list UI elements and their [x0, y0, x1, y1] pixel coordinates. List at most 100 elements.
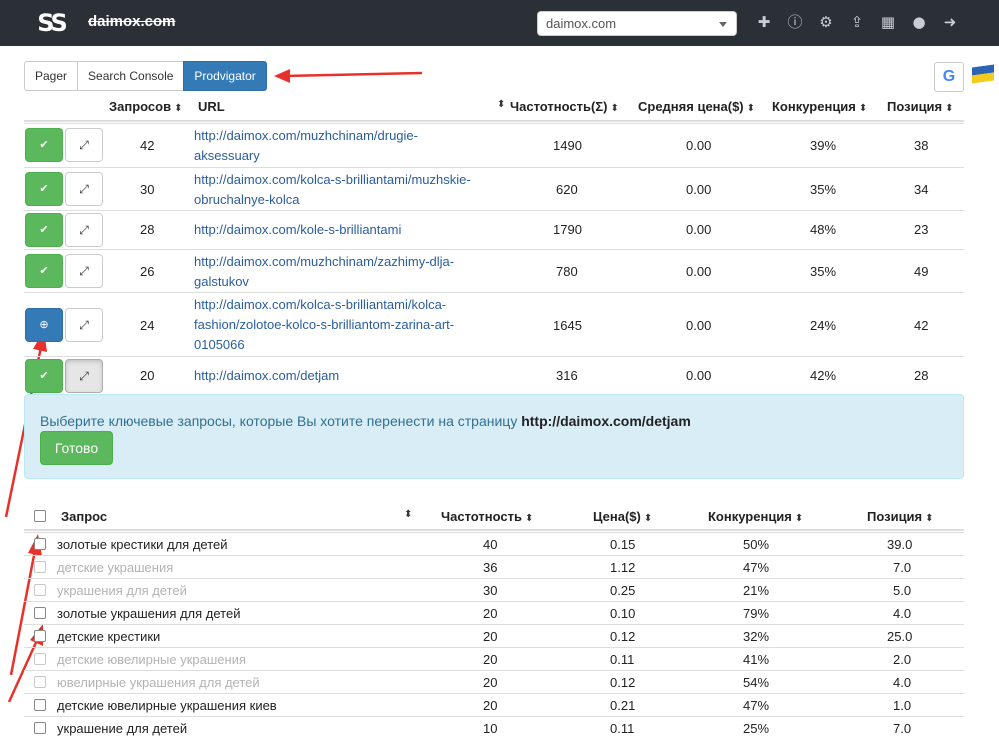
header-kw-frequency[interactable]: Частотность ⬍ [441, 509, 533, 524]
keyword-checkbox[interactable] [34, 561, 46, 573]
keyword-query: ювелирные украшения для детей [57, 675, 260, 690]
header-competition[interactable]: Конкуренция ⬍ [772, 99, 867, 114]
header-query[interactable]: Запрос [61, 509, 107, 524]
keyword-competition: 47% [743, 560, 770, 575]
position-value: 49 [914, 264, 929, 279]
keyword-competition: 32% [743, 629, 770, 644]
keyword-position: 4.0 [893, 675, 912, 690]
keyword-checkbox[interactable] [34, 538, 46, 550]
expand-button[interactable]: ⤢ [65, 213, 103, 247]
header-frequency[interactable]: Частотность(Σ) ⬍ [510, 99, 619, 114]
keyword-checkbox[interactable] [34, 607, 46, 619]
keyword-row[interactable]: украшения для детей 30 0.25 21% 5.0 [24, 578, 964, 601]
keyword-price: 0.15 [610, 537, 636, 552]
select-url-button[interactable]: ✔ [25, 254, 63, 288]
url-row: ✔ ⤢ 26 http://daimox.com/muzhchinam/zazh… [24, 249, 964, 292]
keyword-price: 0.11 [610, 721, 635, 736]
select-all-checkbox[interactable] [34, 510, 46, 522]
select-url-button[interactable]: ✔ [25, 172, 63, 206]
keyword-price: 0.21 [610, 698, 636, 713]
keyword-checkbox[interactable] [34, 722, 46, 734]
keyword-query: детские ювелирные украшения киев [57, 698, 277, 713]
header-kw-competition[interactable]: Конкуренция ⬍ [708, 509, 803, 524]
transfer-info-panel: Выберите ключевые запросы, которые Вы хо… [24, 394, 964, 479]
expand-button[interactable]: ⤢ [65, 254, 103, 288]
info-icon[interactable]: ⓘ [786, 13, 804, 31]
expand-button[interactable]: ⤢ [65, 172, 103, 206]
app-logo[interactable]: SS [32, 4, 70, 42]
tab-prodvigator[interactable]: Prodvigator [183, 61, 267, 91]
competition-value: 24% [810, 318, 837, 333]
avg-price-value: 0.00 [686, 222, 712, 237]
url-link[interactable]: http://daimox.com/kolca-s-brilliantami/m… [194, 170, 514, 210]
select-url-button[interactable]: ✔ [25, 128, 63, 162]
position-value: 38 [914, 138, 929, 153]
select-url-button[interactable]: ✔ [25, 359, 63, 393]
url-link[interactable]: http://daimox.com/muzhchinam/drugie- aks… [194, 126, 514, 166]
logout-icon[interactable]: ➜ [941, 13, 959, 31]
site-select[interactable]: daimox.com [537, 11, 737, 36]
keyword-row[interactable]: ювелирные украшения для детей 20 0.12 54… [24, 670, 964, 693]
keyword-row[interactable]: детские украшения 36 1.12 47% 7.0 [24, 555, 964, 578]
keyword-checkbox[interactable] [34, 699, 46, 711]
keyword-checkbox[interactable] [34, 630, 46, 642]
upload-icon[interactable]: ⇪ [848, 13, 866, 31]
frequency-value: 1790 [553, 222, 582, 237]
header-avg-price[interactable]: Средняя цена($) ⬍ [638, 99, 755, 114]
keyword-query: украшение для детей [57, 721, 188, 736]
keyword-row[interactable]: детские ювелирные украшения киев 20 0.21… [24, 693, 964, 716]
keyword-price: 0.12 [610, 675, 636, 690]
keyword-price: 0.25 [610, 583, 636, 598]
keyword-checkbox[interactable] [34, 676, 46, 688]
keyword-competition: 25% [743, 721, 770, 736]
position-value: 34 [914, 182, 929, 197]
grid-icon[interactable]: ▦ [879, 13, 897, 31]
ukraine-flag-icon[interactable] [972, 64, 994, 84]
header-kw-position[interactable]: Позиция ⬍ [867, 509, 934, 524]
select-url-button[interactable]: ✔ [25, 213, 63, 247]
url-link[interactable]: http://daimox.com/kole-s-brilliantami [194, 220, 514, 240]
competition-value: 42% [810, 368, 837, 383]
keyword-row[interactable]: детские крестики 20 0.12 32% 25.0 [24, 624, 964, 647]
keyword-row[interactable]: золотые крестики для детей 40 0.15 50% 3… [24, 532, 964, 555]
tab-search-console[interactable]: Search Console [77, 61, 185, 91]
sort-icon[interactable]: ⬍ [497, 99, 505, 110]
tab-pager[interactable]: Pager [24, 61, 79, 91]
user-icon[interactable]: ● [910, 13, 928, 31]
keyword-position: 2.0 [893, 652, 912, 667]
keyword-row[interactable]: золотые украшения для детей 20 0.10 79% … [24, 601, 964, 624]
keyword-checkbox[interactable] [34, 653, 46, 665]
keyword-row[interactable]: детские ювелирные украшения 20 0.11 41% … [24, 647, 964, 670]
header-url[interactable]: URL [198, 99, 225, 114]
url-link[interactable]: http://daimox.com/kolca-s-brilliantami/k… [194, 295, 514, 355]
settings-icon[interactable]: ⚙ [817, 13, 835, 31]
keyword-row[interactable]: украшение для детей 10 0.11 25% 7.0 [24, 716, 964, 739]
expand-button[interactable]: ⤢ [65, 359, 103, 393]
sort-icon: ⬍ [858, 103, 868, 114]
url-row: ✔ ⤢ 20 http://daimox.com/detjam 316 0.00… [24, 356, 964, 394]
header-position[interactable]: Позиция ⬍ [887, 99, 954, 114]
target-url: http://daimox.com/detjam [521, 413, 691, 429]
expand-button[interactable]: ⤢ [65, 128, 103, 162]
keyword-price: 0.12 [610, 629, 636, 644]
add-url-button[interactable]: ⊕ [25, 308, 63, 342]
header-price[interactable]: Цена($) ⬍ [593, 509, 652, 524]
keyword-position: 7.0 [893, 721, 912, 736]
source-tabs: Pager Search Console Prodvigator [24, 61, 267, 91]
keyword-position: 7.0 [893, 560, 912, 575]
header-requests[interactable]: Запросов ⬍ [109, 99, 183, 114]
nav-icons: ✚ ⓘ ⚙ ⇪ ▦ ● ➜ [755, 13, 972, 33]
position-value: 42 [914, 318, 929, 333]
keyword-position: 5.0 [893, 583, 912, 598]
expand-button[interactable]: ⤢ [65, 308, 103, 342]
done-button[interactable]: Готово [40, 431, 113, 465]
requests-count: 42 [140, 138, 155, 153]
plus-icon[interactable]: ✚ [755, 13, 773, 31]
keyword-price: 0.10 [610, 606, 636, 621]
sort-icon[interactable]: ⬍ [404, 509, 412, 520]
url-link[interactable]: http://daimox.com/muzhchinam/zazhimy-dlj… [194, 252, 514, 292]
keyword-checkbox[interactable] [34, 584, 46, 596]
url-row: ⊕ ⤢ 24 http://daimox.com/kolca-s-brillia… [24, 292, 964, 356]
url-link[interactable]: http://daimox.com/detjam [194, 366, 514, 386]
google-icon[interactable]: G [934, 62, 964, 92]
